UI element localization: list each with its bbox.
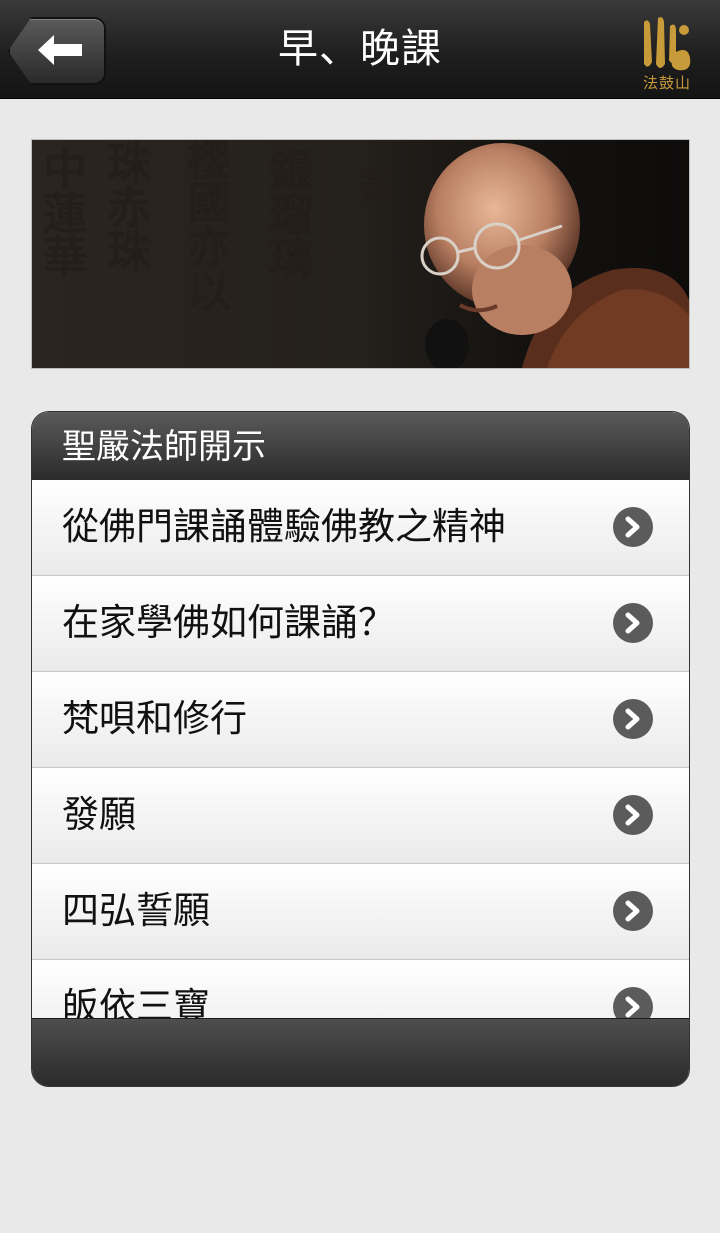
panel-footer — [32, 1018, 689, 1086]
calligraphy-column: 銀瑠璃 — [261, 148, 312, 280]
teachings-panel: 聖嚴法師開示 從佛門課誦體驗佛教之精神 在家學佛如何課誦？ 梵唄和修行 發願 四… — [31, 411, 690, 1087]
page-title: 早、晚課 — [278, 26, 442, 72]
list-item-label: 皈依三寶 — [62, 985, 210, 1018]
list-item-label: 發願 — [62, 793, 136, 836]
chevron-right-icon — [613, 507, 653, 547]
list-item-label: 四弘誓願 — [62, 889, 210, 932]
logo-text: 法鼓山 — [642, 74, 691, 92]
list-item[interactable]: 發願 — [32, 768, 689, 864]
calligraphy-column: 珠赤珠 — [99, 140, 150, 272]
master-banner-image: 中蓮華 珠赤珠 櫻國亦以 銀瑠璃 金 — [31, 139, 690, 369]
top-bar: 早、晚課 法鼓山 — [0, 0, 720, 99]
list-item-label: 從佛門課誦體驗佛教之精神 — [62, 505, 506, 548]
list-item-label: 梵唄和修行 — [62, 697, 247, 740]
chevron-right-icon — [613, 891, 653, 931]
monk-portrait — [420, 143, 689, 368]
calligraphy-column: 櫻國亦以 — [179, 139, 230, 312]
panel-header: 聖嚴法師開示 — [32, 412, 689, 480]
calligraphy-column: 中蓮華 — [35, 146, 86, 278]
teachings-list[interactable]: 從佛門課誦體驗佛教之精神 在家學佛如何課誦？ 梵唄和修行 發願 四弘誓願 皈依三… — [32, 480, 689, 1018]
list-item[interactable]: 從佛門課誦體驗佛教之精神 — [32, 480, 689, 576]
list-item-label: 在家學佛如何課誦？ — [62, 601, 395, 644]
chevron-right-icon — [613, 603, 653, 643]
chevron-right-icon — [613, 795, 653, 835]
list-item[interactable]: 四弘誓願 — [32, 864, 689, 960]
chevron-right-icon — [613, 699, 653, 739]
list-item[interactable]: 梵唄和修行 — [32, 672, 689, 768]
list-item[interactable]: 皈依三寶 — [32, 960, 689, 1018]
list-item[interactable]: 在家學佛如何課誦？ — [32, 576, 689, 672]
chevron-right-icon — [613, 987, 653, 1018]
panel-title: 聖嚴法師開示 — [62, 427, 266, 467]
